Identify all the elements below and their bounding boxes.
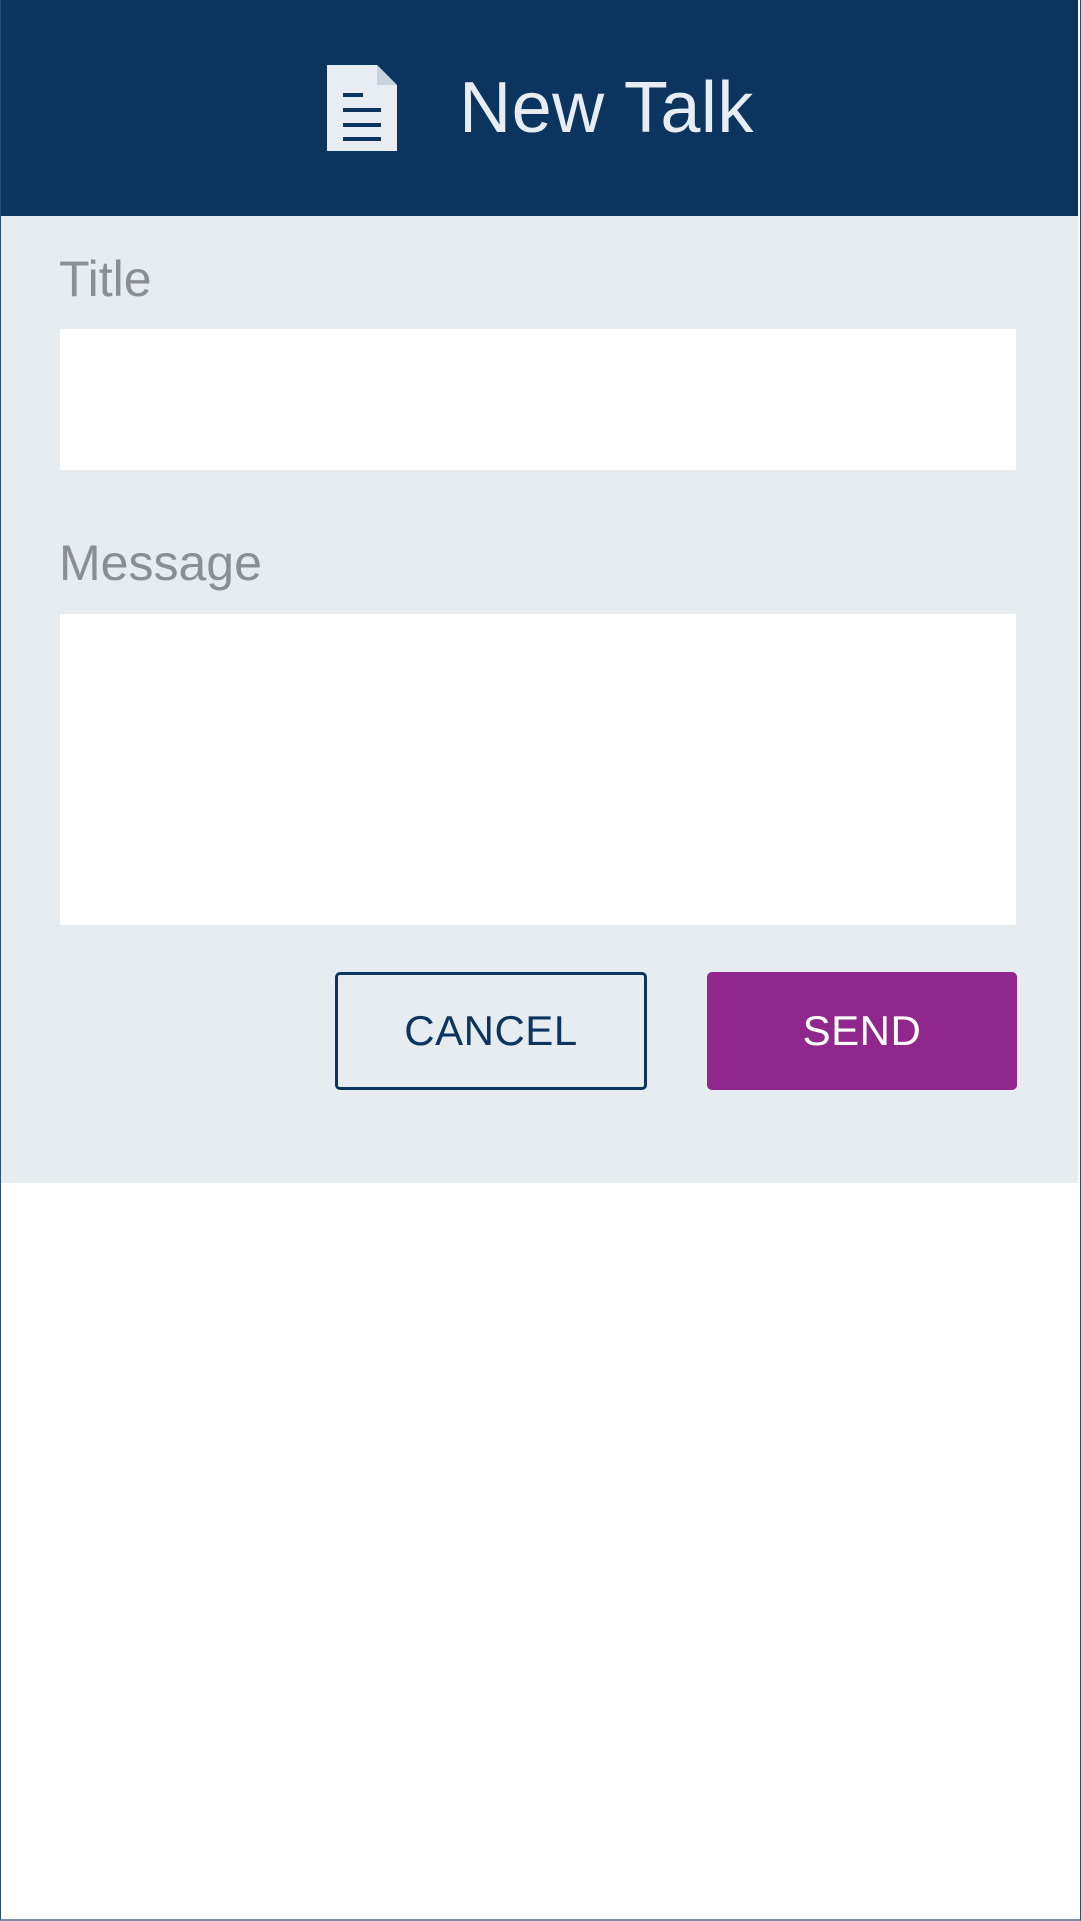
header-content: New Talk [327, 65, 754, 151]
message-label: Message [59, 535, 262, 591]
title-input[interactable] [60, 329, 1016, 470]
new-talk-form: Title Message CANCEL SEND [1, 216, 1078, 1183]
page-title: New Talk [459, 68, 754, 148]
title-label: Title [59, 251, 152, 307]
message-textarea[interactable] [60, 614, 1016, 925]
document-icon [327, 65, 398, 151]
screen-frame: New Talk Title Message CANCEL SEND [0, 0, 1081, 1921]
header-bar: New Talk [1, 0, 1078, 216]
send-button[interactable]: SEND [707, 972, 1017, 1090]
cancel-button[interactable]: CANCEL [335, 972, 647, 1090]
